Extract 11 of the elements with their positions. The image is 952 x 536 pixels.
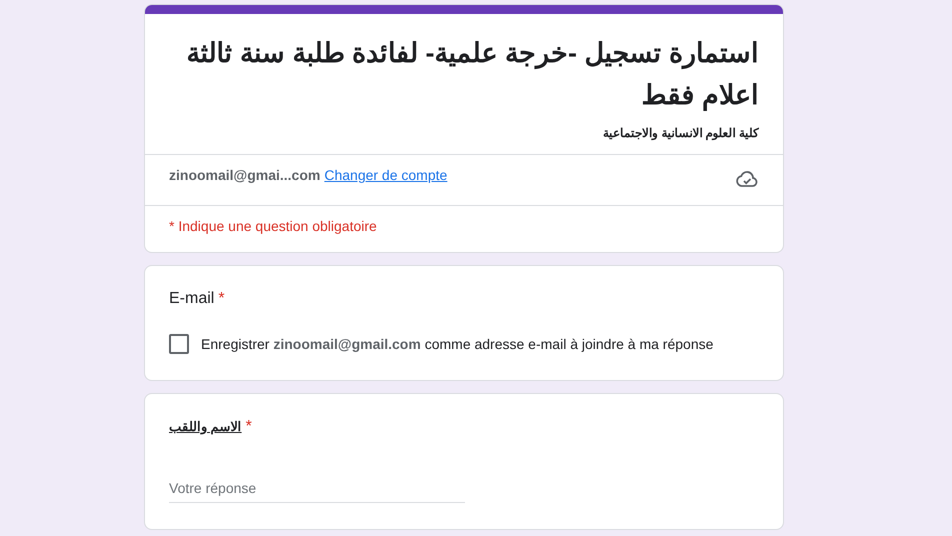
form-title: استمارة تسجيل -خرجة علمية- لفائدة طلبة سنة ثالثة اعلام فقط — [186, 37, 759, 113]
account-email: zinoomail@gmai...com — [169, 167, 320, 183]
required-asterisk: * — [218, 290, 225, 308]
required-note: * Indique une question obligatoire — [145, 205, 783, 252]
checkbox-label: Enregistrer zinoomail@gmail.com comme adresse e-mail à joindre à ma réponse — [201, 336, 714, 352]
question-title: الاسم واللقب — [169, 419, 242, 434]
form-description: كلية العلوم الانسانية والاجتماعية — [602, 126, 759, 140]
switch-account-link[interactable]: Changer de compte — [324, 167, 448, 183]
required-asterisk: * — [246, 418, 252, 436]
checkbox[interactable] — [169, 334, 189, 354]
question-title: E-mail — [169, 290, 214, 308]
